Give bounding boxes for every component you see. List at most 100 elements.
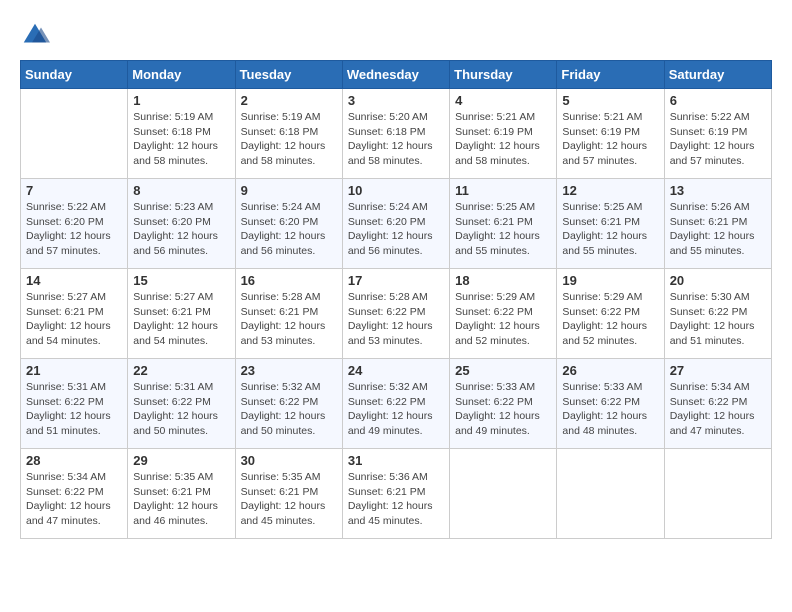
logo-icon [20,20,50,50]
calendar-cell: 31 Sunrise: 5:36 AMSunset: 6:21 PMDayligh… [342,449,449,539]
day-number: 26 [562,363,658,378]
day-info: Sunrise: 5:20 AMSunset: 6:18 PMDaylight:… [348,110,444,169]
day-number: 19 [562,273,658,288]
day-info: Sunrise: 5:34 AMSunset: 6:22 PMDaylight:… [670,380,766,439]
calendar-cell: 26 Sunrise: 5:33 AMSunset: 6:22 PMDayligh… [557,359,664,449]
day-info: Sunrise: 5:35 AMSunset: 6:21 PMDaylight:… [241,470,337,529]
calendar-cell: 29 Sunrise: 5:35 AMSunset: 6:21 PMDayligh… [128,449,235,539]
day-info: Sunrise: 5:22 AMSunset: 6:19 PMDaylight:… [670,110,766,169]
day-info: Sunrise: 5:35 AMSunset: 6:21 PMDaylight:… [133,470,229,529]
day-info: Sunrise: 5:31 AMSunset: 6:22 PMDaylight:… [133,380,229,439]
calendar-cell: 22 Sunrise: 5:31 AMSunset: 6:22 PMDayligh… [128,359,235,449]
day-info: Sunrise: 5:21 AMSunset: 6:19 PMDaylight:… [562,110,658,169]
day-info: Sunrise: 5:24 AMSunset: 6:20 PMDaylight:… [348,200,444,259]
day-number: 11 [455,183,551,198]
day-info: Sunrise: 5:19 AMSunset: 6:18 PMDaylight:… [133,110,229,169]
calendar-cell: 13Sunrise: 5:26 AMSunset: 6:21 PMDayligh… [664,179,771,269]
calendar-cell: 10Sunrise: 5:24 AMSunset: 6:20 PMDayligh… [342,179,449,269]
day-number: 4 [455,93,551,108]
calendar-cell [664,449,771,539]
day-info: Sunrise: 5:21 AMSunset: 6:19 PMDaylight:… [455,110,551,169]
day-info: Sunrise: 5:25 AMSunset: 6:21 PMDaylight:… [562,200,658,259]
calendar-cell: 6 Sunrise: 5:22 AMSunset: 6:19 PMDaylight… [664,89,771,179]
day-number: 7 [26,183,122,198]
calendar-week-row: 7 Sunrise: 5:22 AMSunset: 6:20 PMDaylight… [21,179,772,269]
day-info: Sunrise: 5:24 AMSunset: 6:20 PMDaylight:… [241,200,337,259]
day-info: Sunrise: 5:34 AMSunset: 6:22 PMDaylight:… [26,470,122,529]
day-number: 20 [670,273,766,288]
day-info: Sunrise: 5:22 AMSunset: 6:20 PMDaylight:… [26,200,122,259]
calendar-cell: 5 Sunrise: 5:21 AMSunset: 6:19 PMDaylight… [557,89,664,179]
day-number: 28 [26,453,122,468]
day-number: 8 [133,183,229,198]
day-number: 12 [562,183,658,198]
day-info: Sunrise: 5:33 AMSunset: 6:22 PMDaylight:… [562,380,658,439]
day-number: 16 [241,273,337,288]
calendar-week-row: 21 Sunrise: 5:31 AMSunset: 6:22 PMDayligh… [21,359,772,449]
day-info: Sunrise: 5:30 AMSunset: 6:22 PMDaylight:… [670,290,766,349]
day-number: 29 [133,453,229,468]
day-number: 30 [241,453,337,468]
calendar-cell: 15 Sunrise: 5:27 AMSunset: 6:21 PMDayligh… [128,269,235,359]
calendar-cell: 12 Sunrise: 5:25 AMSunset: 6:21 PMDayligh… [557,179,664,269]
day-info: Sunrise: 5:25 AMSunset: 6:21 PMDaylight:… [455,200,551,259]
weekday-header-friday: Friday [557,61,664,89]
day-info: Sunrise: 5:36 AMSunset: 6:21 PMDaylight:… [348,470,444,529]
page-header [20,20,772,50]
calendar-cell: 9 Sunrise: 5:24 AMSunset: 6:20 PMDaylight… [235,179,342,269]
day-number: 23 [241,363,337,378]
calendar-cell: 27 Sunrise: 5:34 AMSunset: 6:22 PMDayligh… [664,359,771,449]
calendar-week-row: 1 Sunrise: 5:19 AMSunset: 6:18 PMDaylight… [21,89,772,179]
day-info: Sunrise: 5:32 AMSunset: 6:22 PMDaylight:… [348,380,444,439]
day-info: Sunrise: 5:29 AMSunset: 6:22 PMDaylight:… [455,290,551,349]
day-info: Sunrise: 5:31 AMSunset: 6:22 PMDaylight:… [26,380,122,439]
calendar-cell: 7 Sunrise: 5:22 AMSunset: 6:20 PMDaylight… [21,179,128,269]
day-info: Sunrise: 5:28 AMSunset: 6:22 PMDaylight:… [348,290,444,349]
weekday-header-saturday: Saturday [664,61,771,89]
calendar-cell: 3 Sunrise: 5:20 AMSunset: 6:18 PMDaylight… [342,89,449,179]
day-number: 21 [26,363,122,378]
day-number: 9 [241,183,337,198]
calendar-cell: 19 Sunrise: 5:29 AMSunset: 6:22 PMDayligh… [557,269,664,359]
calendar-cell: 14Sunrise: 5:27 AMSunset: 6:21 PMDayligh… [21,269,128,359]
day-info: Sunrise: 5:28 AMSunset: 6:21 PMDaylight:… [241,290,337,349]
calendar-cell [557,449,664,539]
calendar-cell: 1 Sunrise: 5:19 AMSunset: 6:18 PMDaylight… [128,89,235,179]
day-number: 31 [348,453,444,468]
calendar-cell: 16 Sunrise: 5:28 AMSunset: 6:21 PMDayligh… [235,269,342,359]
logo [20,20,54,50]
day-number: 2 [241,93,337,108]
day-number: 15 [133,273,229,288]
weekday-header-tuesday: Tuesday [235,61,342,89]
day-number: 25 [455,363,551,378]
calendar-cell: 20 Sunrise: 5:30 AMSunset: 6:22 PMDayligh… [664,269,771,359]
calendar-cell: 28 Sunrise: 5:34 AMSunset: 6:22 PMDayligh… [21,449,128,539]
day-number: 5 [562,93,658,108]
day-number: 1 [133,93,229,108]
day-number: 24 [348,363,444,378]
calendar-cell: 24 Sunrise: 5:32 AMSunset: 6:22 PMDayligh… [342,359,449,449]
day-number: 3 [348,93,444,108]
day-info: Sunrise: 5:26 AMSunset: 6:21 PMDaylight:… [670,200,766,259]
day-info: Sunrise: 5:32 AMSunset: 6:22 PMDaylight:… [241,380,337,439]
calendar-cell: 17Sunrise: 5:28 AMSunset: 6:22 PMDayligh… [342,269,449,359]
calendar-cell: 25 Sunrise: 5:33 AMSunset: 6:22 PMDayligh… [450,359,557,449]
day-number: 6 [670,93,766,108]
calendar-cell: 11 Sunrise: 5:25 AMSunset: 6:21 PMDayligh… [450,179,557,269]
weekday-header-thursday: Thursday [450,61,557,89]
day-info: Sunrise: 5:27 AMSunset: 6:21 PMDaylight:… [26,290,122,349]
day-info: Sunrise: 5:33 AMSunset: 6:22 PMDaylight:… [455,380,551,439]
day-number: 27 [670,363,766,378]
day-info: Sunrise: 5:23 AMSunset: 6:20 PMDaylight:… [133,200,229,259]
calendar-cell: 30 Sunrise: 5:35 AMSunset: 6:21 PMDayligh… [235,449,342,539]
calendar-table: SundayMondayTuesdayWednesdayThursdayFrid… [20,60,772,539]
weekday-header-wednesday: Wednesday [342,61,449,89]
calendar-cell: 8 Sunrise: 5:23 AMSunset: 6:20 PMDaylight… [128,179,235,269]
weekday-header-sunday: Sunday [21,61,128,89]
calendar-week-row: 28 Sunrise: 5:34 AMSunset: 6:22 PMDayligh… [21,449,772,539]
day-number: 22 [133,363,229,378]
day-info: Sunrise: 5:27 AMSunset: 6:21 PMDaylight:… [133,290,229,349]
day-info: Sunrise: 5:29 AMSunset: 6:22 PMDaylight:… [562,290,658,349]
calendar-cell [21,89,128,179]
calendar-cell: 4 Sunrise: 5:21 AMSunset: 6:19 PMDaylight… [450,89,557,179]
